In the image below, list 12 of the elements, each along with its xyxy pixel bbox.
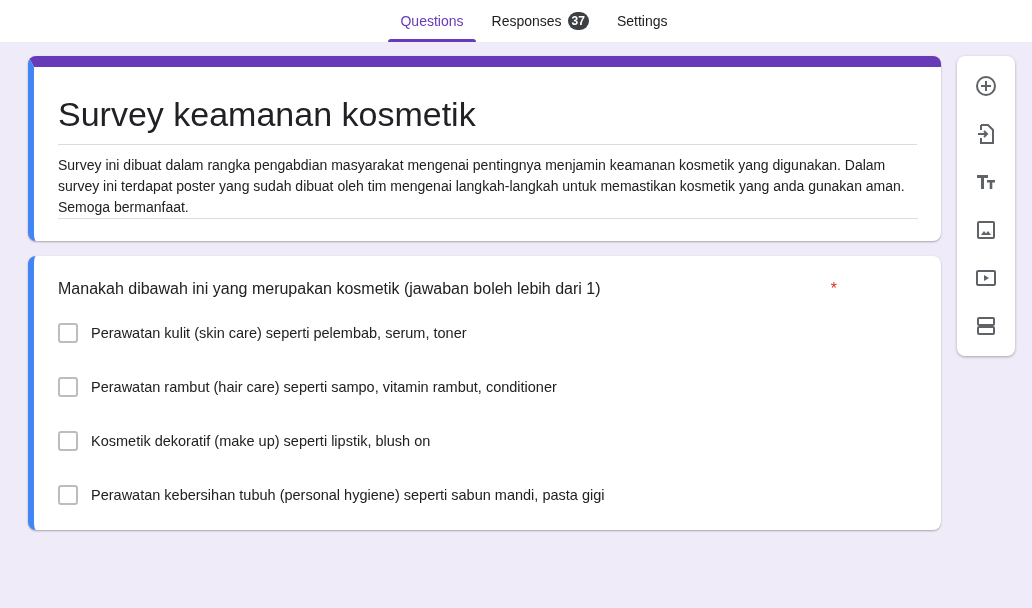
option-label: Perawatan kebersihan tubuh (personal hygiene) seperti sabun mandi, pasta gigi <box>91 487 605 503</box>
form-title[interactable]: Survey keamanan kosmetik <box>58 87 917 145</box>
option-label: Perawatan rambut (hair care) seperti sampo, vitamin rambut, conditioner <box>91 379 557 395</box>
question-text: Manakah dibawah ini yang merupakan kosmetik (jawaban boleh lebih dari 1) <box>58 280 601 298</box>
form-description[interactable]: Survey ini dibuat dalam rangka pengabdian masyarakat mengenai pentingnya menjamin keamanan kosmetik yang digunakan. Dalam survey ini terdapat poster yang sudah dibuat oleh tim mengenai langkah-langkah untuk memastikan kosmetik yang anda gunakan aman. Semoga bermanfaat. <box>58 145 918 219</box>
option-label: Kosmetik dekoratif (make up) seperti lipstik, blush on <box>91 433 431 449</box>
count-badge: 37 <box>567 12 589 30</box>
tab[interactable]: Settings <box>604 0 680 42</box>
required-mark: * <box>830 280 837 298</box>
tab[interactable]: Questions <box>388 0 476 42</box>
tab[interactable]: Responses 37 <box>479 0 601 42</box>
option-label: Perawatan kulit (skin care) seperti pelembab, serum, toner <box>91 325 467 341</box>
